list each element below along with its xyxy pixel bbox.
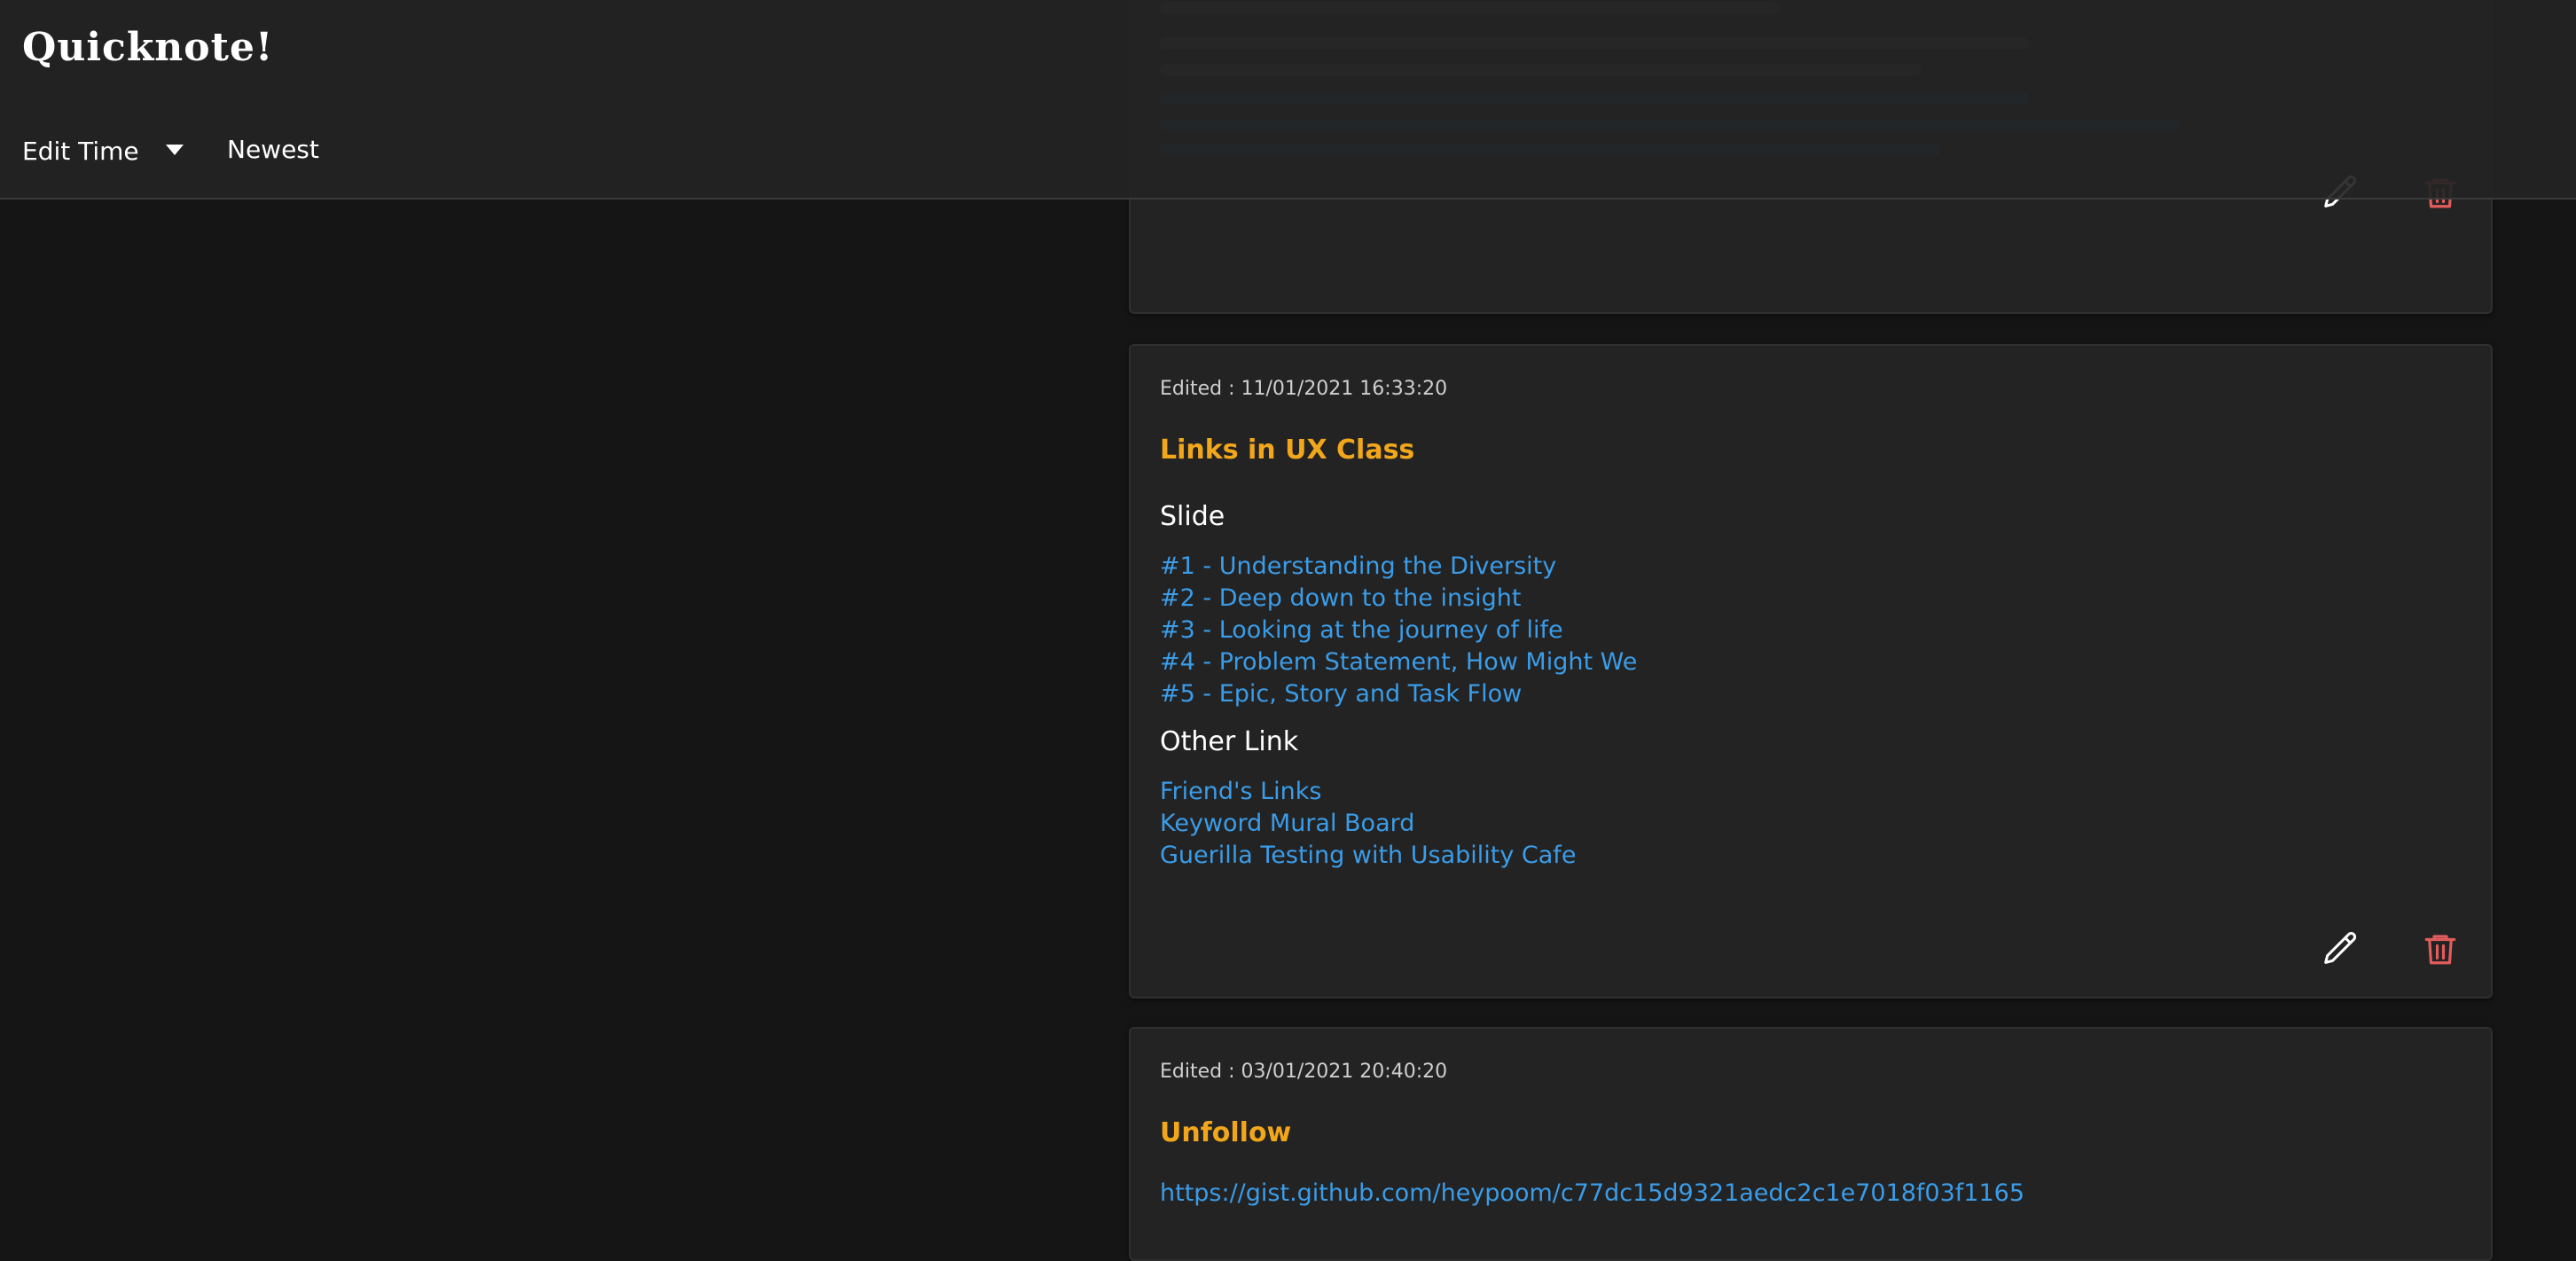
sort-field-label: Edit Time (22, 136, 139, 166)
sort-order-toggle[interactable]: Newest (227, 135, 319, 164)
note-link[interactable]: #3 - Looking at the journey of life (1160, 616, 1563, 644)
note-link[interactable]: Keyword Mural Board (1160, 810, 1414, 837)
note-link[interactable]: Guerilla Testing with Usability Cafe (1160, 842, 1576, 869)
section-heading: Other Link (1160, 726, 1299, 757)
section-heading: Slide (1160, 501, 1225, 532)
note-card: Edited : 11/01/2021 16:33:20 Links in UX… (1129, 344, 2493, 999)
app-header: Quicknote! Edit Time Newest (0, 0, 2576, 200)
note-title: Unfollow (1160, 1117, 1292, 1148)
note-card: Edited : 03/01/2021 20:40:20 Unfollow ht… (1129, 1027, 2493, 1261)
delete-note-button[interactable] (2418, 927, 2462, 971)
note-link[interactable]: Friend's Links (1160, 778, 1321, 805)
note-link[interactable]: #4 - Problem Statement, How Might We (1160, 648, 1637, 676)
trash-icon (2424, 935, 2456, 965)
note-link[interactable]: #2 - Deep down to the insight (1160, 584, 1521, 612)
app-title: Quicknote! (22, 25, 274, 70)
note-link[interactable]: https://gist.github.com/heypoom/c77dc15d… (1160, 1179, 2024, 1207)
edited-timestamp: Edited : 11/01/2021 16:33:20 (1160, 378, 1448, 400)
edit-note-button[interactable] (2319, 927, 2363, 971)
note-title: Links in UX Class (1160, 435, 1415, 466)
pencil-icon (2324, 932, 2357, 964)
note-link[interactable]: #5 - Epic, Story and Task Flow (1160, 680, 1522, 708)
edited-timestamp: Edited : 03/01/2021 20:40:20 (1160, 1061, 1448, 1083)
caret-down-icon (166, 145, 184, 155)
note-link[interactable]: #1 - Understanding the Diversity (1160, 552, 1556, 580)
sort-field-dropdown[interactable]: Edit Time (22, 135, 184, 167)
